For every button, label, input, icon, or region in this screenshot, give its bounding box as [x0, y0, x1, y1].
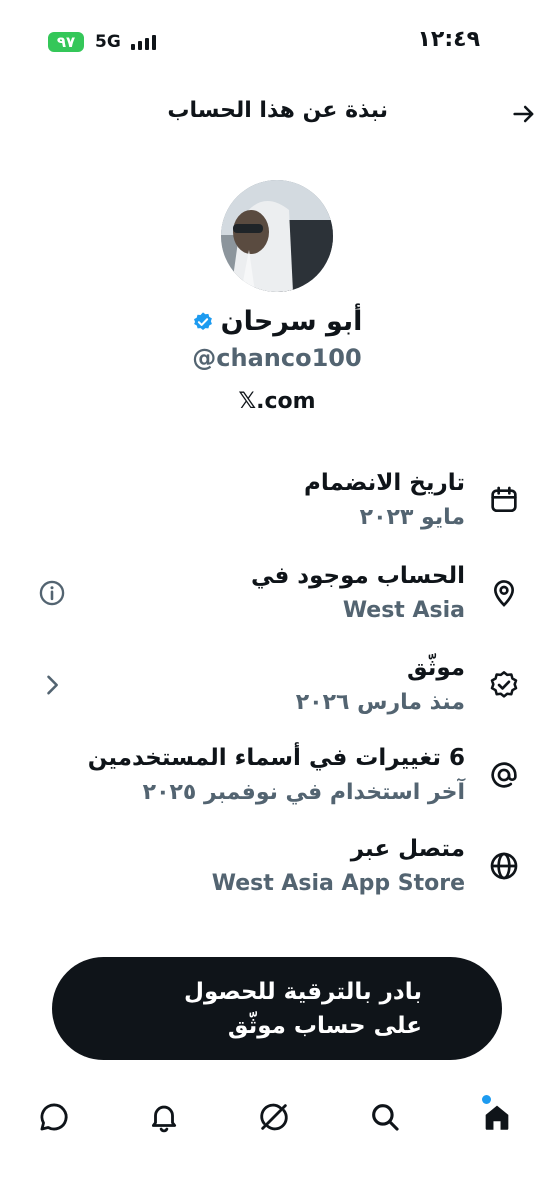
location-pin-icon [493, 580, 515, 607]
avatar-photo [221, 180, 333, 292]
upgrade-button-label: بادر بالترقية للحصول على حساب موثّق [184, 978, 422, 1039]
calendar-icon [491, 486, 517, 512]
battery-indicator: ٩٧ [48, 32, 84, 52]
avatar[interactable] [221, 180, 333, 292]
info-label: موثّق [406, 655, 465, 681]
clock: ١٢:٤٩ [417, 27, 480, 52]
info-value: منذ مارس ٢٠٢٦ [295, 690, 465, 715]
header: نبذة عن هذا الحساب [0, 86, 554, 142]
network-type: 5G [95, 32, 121, 52]
signal-icon [131, 35, 156, 50]
info-row-joined: تاريخ الانضمام مايو ٢٠٢٣ [0, 470, 554, 542]
about-account-screen: ٩٧ 5G ١٢:٤٩ نبذة عن هذا الحساب أبو سرحان… [0, 0, 554, 1200]
handle: @chanco100 [192, 344, 362, 372]
display-name: أبو سرحان [220, 306, 363, 337]
info-label: تاريخ الانضمام [304, 470, 465, 496]
globe-icon [490, 852, 518, 880]
info-value: مايو ٢٠٢٣ [359, 505, 465, 530]
info-label: 6 تغييرات في أسماء المستخدمين [87, 745, 465, 771]
bell-icon[interactable] [147, 1100, 181, 1134]
info-label: متصل عبر [350, 836, 465, 862]
info-label: الحساب موجود في [250, 563, 465, 589]
battery-level: ٩٧ [56, 33, 76, 51]
page-title: نبذة عن هذا الحساب [167, 98, 388, 123]
info-row-location: الحساب موجود في West Asia [0, 563, 554, 635]
back-arrow-icon[interactable] [510, 100, 538, 128]
status-bar: ٩٧ 5G ١٢:٤٩ [0, 24, 554, 60]
info-value: آخر استخدام في نوفمبر ٢٠٢٥ [142, 780, 465, 805]
home-icon[interactable] [480, 1100, 514, 1134]
home-notification-dot [482, 1095, 491, 1104]
messages-icon[interactable] [37, 1100, 71, 1134]
info-row-username-changes: 6 تغييرات في أسماء المستخدمين آخر استخدا… [0, 745, 554, 817]
at-sign-icon [491, 762, 517, 788]
info-row-verified[interactable]: موثّق منذ مارس ٢٠٢٦ [0, 655, 554, 727]
info-circle-icon[interactable] [38, 579, 66, 607]
verified-badge-icon [193, 311, 212, 330]
chevron-left-icon[interactable] [38, 671, 66, 699]
website-link[interactable]: 𝕏.com [0, 389, 554, 414]
grok-icon[interactable] [257, 1100, 291, 1134]
display-name-row: أبو سرحان [0, 306, 554, 337]
bottom-nav [0, 1090, 554, 1150]
verified-outline-icon [490, 671, 518, 698]
info-row-connected-via: متصل عبر West Asia App Store [0, 836, 554, 908]
info-value: West Asia App Store [211, 871, 465, 896]
upgrade-button[interactable]: بادر بالترقية للحصول على حساب موثّق [52, 957, 502, 1060]
info-value: West Asia [342, 598, 465, 623]
search-icon[interactable] [368, 1100, 402, 1134]
